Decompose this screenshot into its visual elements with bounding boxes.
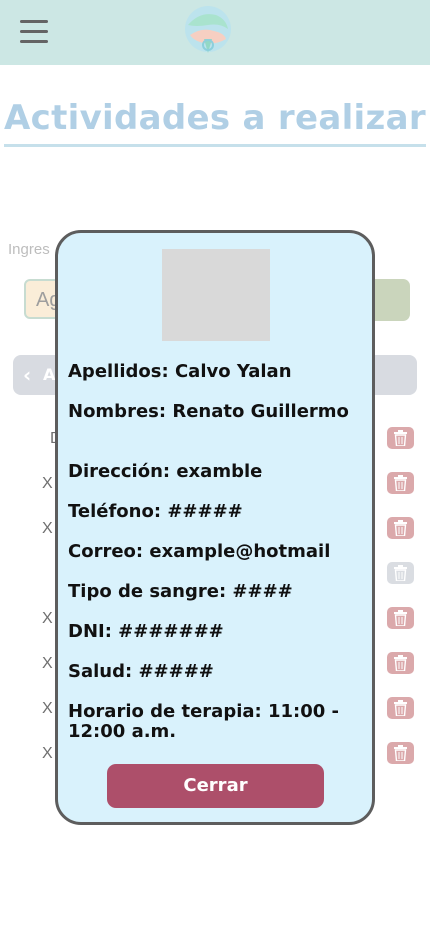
field-correo: Correo: example@hotmail <box>68 541 331 562</box>
field-dni: DNI: ####### <box>68 621 224 642</box>
field-salud: Salud: ##### <box>68 661 214 682</box>
field-apellidos: Apellidos: Calvo Yalan <box>68 361 292 382</box>
field-tipo-sangre: Tipo de sangre: #### <box>68 581 293 602</box>
patient-photo-placeholder <box>162 249 270 341</box>
close-button[interactable]: Cerrar <box>107 764 324 808</box>
field-telefono: Teléfono: ##### <box>68 501 243 522</box>
field-direccion: Dirección: examble <box>68 461 263 482</box>
field-horario: Horario de terapia: 11:00 - 12:00 a.m. <box>68 701 340 742</box>
field-nombres: Nombres: Renato Guillermo <box>68 401 349 422</box>
patient-details-modal: Apellidos: Calvo Yalan Nombres: Renato G… <box>55 230 375 825</box>
